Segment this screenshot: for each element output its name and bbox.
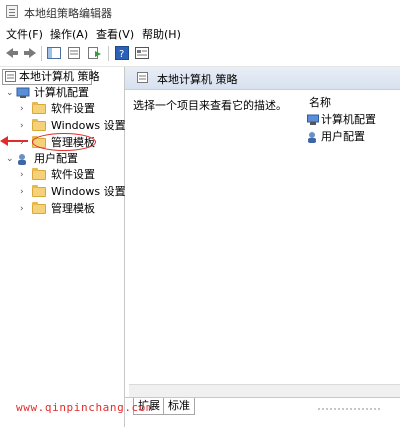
window-title: 本地组策略编辑器 [24, 7, 112, 20]
help-icon[interactable]: ? [114, 45, 130, 61]
back-icon[interactable] [4, 45, 20, 61]
tree-user-windows[interactable]: › Windows 设置 [0, 184, 126, 200]
user-icon [16, 153, 30, 165]
collapse-caret-icon[interactable]: › [20, 184, 24, 200]
tree-computer-software[interactable]: › 软件设置 [0, 101, 124, 117]
tree-item-label: 管理模板 [51, 202, 95, 215]
tree-item-label: Windows 设置 [51, 185, 126, 198]
export-list-icon[interactable] [86, 45, 102, 61]
tree-user-config-label: 用户配置 [34, 152, 78, 165]
column-header-name[interactable]: 名称 [309, 94, 331, 110]
folder-icon [32, 202, 46, 214]
app-icon [6, 5, 18, 18]
tree-root[interactable]: 本地计算机 策略 [0, 69, 124, 85]
folder-icon [32, 102, 46, 114]
menu-file[interactable]: 文件(F) [6, 26, 43, 42]
description-text: 选择一个项目来查看它的描述。 [133, 99, 287, 112]
computer-icon [16, 87, 30, 99]
tree-user-config[interactable]: ⌄ 用户配置 [0, 151, 124, 167]
policy-icon [5, 71, 16, 82]
svg-text:?: ? [119, 49, 124, 60]
tree-computer-config[interactable]: ⌄ 计算机配置 [0, 85, 124, 101]
title-bar: 本地组策略编辑器 [0, 0, 400, 24]
list-item-computer-config[interactable]: 计算机配置 [307, 112, 397, 128]
collapse-caret-icon[interactable]: › [20, 167, 24, 183]
forward-icon[interactable] [22, 45, 38, 61]
details-pane: 本地计算机 策略 选择一个项目来查看它的描述。 名称 计算机配置 用户配置 [125, 67, 400, 397]
annotation-arrow-shaft [6, 140, 28, 142]
folder-icon [32, 119, 46, 131]
tree-root-label: 本地计算机 策略 [19, 70, 100, 83]
menu-action[interactable]: 操作(A) [50, 26, 88, 42]
folder-icon [32, 168, 46, 180]
properties-icon[interactable] [66, 45, 82, 61]
collapse-caret-icon[interactable]: › [20, 118, 24, 134]
tree-user-software[interactable]: › 软件设置 [0, 167, 124, 183]
collapse-caret-icon[interactable]: › [20, 201, 24, 217]
tree-computer-windows[interactable]: › Windows 设置 [0, 118, 126, 134]
list-item-user-config[interactable]: 用户配置 [307, 129, 397, 145]
list-item-label: 计算机配置 [321, 113, 376, 126]
details-header-title: 本地计算机 策略 [157, 73, 238, 86]
tree-item-label: 软件设置 [51, 168, 95, 181]
folder-icon [32, 185, 46, 197]
user-icon [307, 131, 319, 143]
tab-standard[interactable]: 标准 [163, 398, 195, 415]
menu-help[interactable]: 帮助(H) [142, 26, 181, 42]
collapse-caret-icon[interactable]: › [20, 101, 24, 117]
expand-caret-icon[interactable]: ⌄ [6, 151, 14, 167]
details-header: 本地计算机 策略 [125, 67, 400, 90]
tree-user-admin-templates[interactable]: › 管理模板 [0, 201, 124, 217]
show-hide-tree-icon[interactable] [46, 45, 62, 61]
menu-view[interactable]: 查看(V) [96, 26, 134, 42]
menu-bar: 文件(F) 操作(A) 查看(V) 帮助(H) [0, 24, 400, 42]
tree-item-label: 软件设置 [51, 102, 95, 115]
collapse-caret-icon[interactable]: › [20, 135, 24, 151]
tree-pane: 本地计算机 策略 ⌄ 计算机配置 › 软件设置 › Windows 设置 › 管… [0, 67, 126, 427]
toolbar-separator-2 [108, 46, 109, 61]
horizontal-scrollbar[interactable] [129, 384, 400, 397]
annotation-highlight-ellipse [32, 133, 96, 151]
watermark-text: www.qinpinchang.com [16, 401, 154, 414]
list-item-label: 用户配置 [321, 130, 365, 143]
computer-icon [307, 114, 319, 126]
expand-caret-icon[interactable]: ⌄ [6, 85, 14, 101]
tree-item-label: Windows 设置 [51, 119, 126, 132]
faint-watermark-logo [318, 408, 380, 420]
toolbar-separator [41, 46, 42, 61]
annotation-arrow-icon [0, 136, 8, 146]
policy-icon [137, 72, 148, 83]
toolbar: ? [0, 42, 400, 67]
view-icon[interactable] [134, 45, 150, 61]
tree-computer-config-label: 计算机配置 [34, 86, 89, 99]
